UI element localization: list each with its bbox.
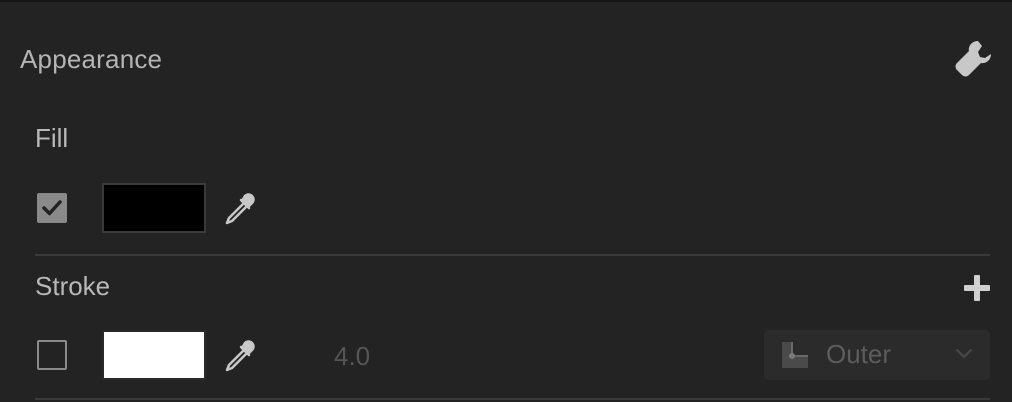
stroke-outer-align-icon bbox=[782, 342, 808, 368]
add-stroke-plus-icon[interactable] bbox=[962, 273, 992, 303]
stroke-alignment-value: Outer bbox=[826, 339, 892, 369]
stroke-alignment-dropdown[interactable]: Outer bbox=[764, 330, 990, 380]
fill-label: Fill bbox=[35, 123, 69, 153]
bottom-divider bbox=[35, 398, 990, 400]
stroke-enabled-checkbox[interactable] bbox=[37, 340, 67, 370]
stroke-color-swatch[interactable] bbox=[102, 330, 206, 380]
fill-enabled-checkbox[interactable] bbox=[37, 193, 67, 223]
stroke-eyedropper-icon[interactable] bbox=[219, 337, 259, 377]
chevron-down-icon bbox=[956, 349, 972, 358]
fill-eyedropper-icon[interactable] bbox=[219, 190, 259, 230]
stroke-label: Stroke bbox=[35, 271, 111, 301]
top-divider bbox=[0, 0, 1012, 2]
wrench-icon[interactable] bbox=[954, 38, 994, 78]
checkmark-icon bbox=[42, 200, 62, 216]
fill-color-swatch[interactable] bbox=[102, 183, 206, 233]
appearance-panel: Appearance Fill Stroke 4.0 Outer bbox=[0, 0, 1012, 402]
section-divider bbox=[35, 254, 990, 256]
panel-title: Appearance bbox=[20, 44, 163, 74]
stroke-width-input[interactable]: 4.0 bbox=[334, 341, 370, 372]
